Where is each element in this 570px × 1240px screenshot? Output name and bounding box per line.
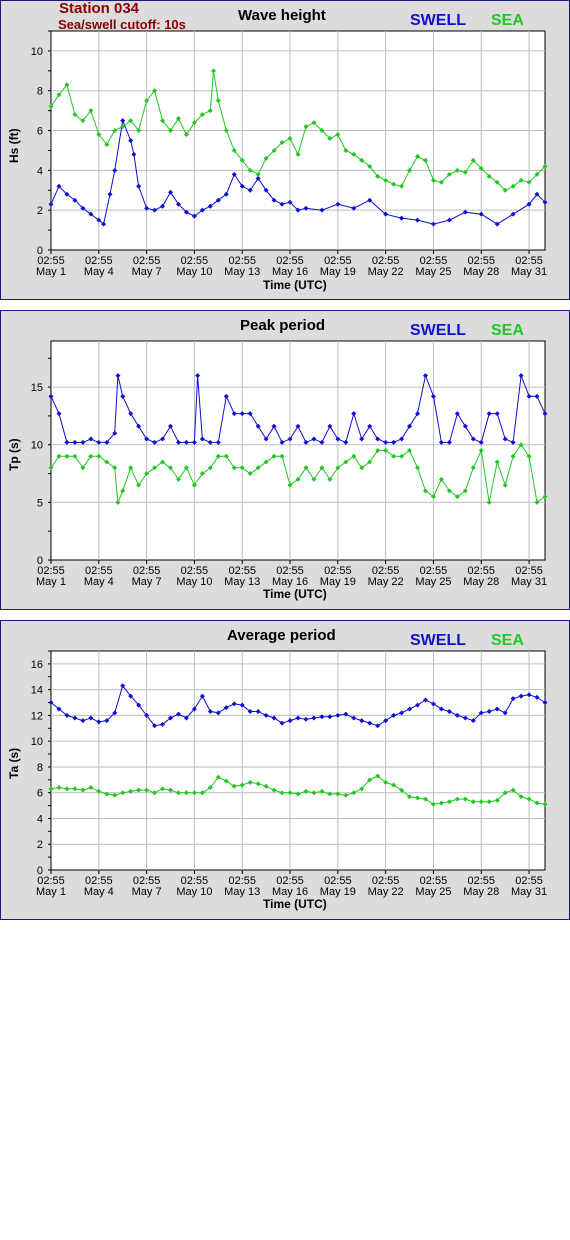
y-tick-label: 2 [37, 205, 43, 217]
x-tick-date-label: May 1 [36, 266, 66, 278]
y-tick-label: 10 [31, 736, 43, 748]
x-tick-date-label: May 22 [368, 886, 404, 898]
y-tick-label: 10 [31, 440, 43, 452]
y-tick-label: 2 [37, 839, 43, 851]
x-tick-date-label: May 28 [463, 266, 499, 278]
x-tick-date-label: May 25 [415, 576, 451, 588]
y-tick-label: 4 [37, 813, 43, 825]
average-period-chart: 024681012141602:55May 102:55May 402:55Ma… [31, 650, 548, 898]
x-tick-date-label: May 19 [320, 886, 356, 898]
y-tick-label: 14 [31, 685, 43, 697]
x-tick-date-label: May 28 [463, 576, 499, 588]
wave-height-panel: Station 034 Sea/swell cutoff: 10s Wave h… [0, 0, 570, 300]
x-tick-date-label: May 22 [368, 266, 404, 278]
x-tick-date-label: May 13 [224, 576, 260, 588]
average-period-panel: Average period SWELL SEA Ta (s) Time (UT… [0, 620, 570, 920]
x-tick-date-label: May 16 [272, 886, 308, 898]
x-tick-date-label: May 7 [132, 576, 162, 588]
y-tick-label: 10 [31, 46, 43, 58]
y-tick-label: 8 [37, 86, 43, 98]
x-tick-date-label: May 13 [224, 266, 260, 278]
x-tick-date-label: May 1 [36, 886, 66, 898]
x-tick-date-label: May 25 [415, 886, 451, 898]
plot-area [50, 30, 546, 251]
y-tick-label: 6 [37, 126, 43, 138]
x-tick-date-label: May 16 [272, 266, 308, 278]
y-tick-label: 16 [31, 659, 43, 671]
y-tick-label: 15 [31, 382, 43, 394]
y-tick-label: 8 [37, 762, 43, 774]
wave-height-chart: 024681002:55May 102:55May 402:55May 702:… [31, 30, 548, 278]
x-tick-date-label: May 22 [368, 576, 404, 588]
peak-period-panel: Peak period SWELL SEA Tp (s) Time (UTC) … [0, 310, 570, 610]
y-tick-label: 6 [37, 788, 43, 800]
x-tick-date-label: May 1 [36, 576, 66, 588]
x-tick-date-label: May 13 [224, 886, 260, 898]
x-tick-date-label: May 10 [176, 886, 212, 898]
x-tick-date-label: May 7 [132, 266, 162, 278]
y-tick-label: 5 [37, 497, 43, 509]
peak-period-chart: 05101502:55May 102:55May 402:55May 702:5… [31, 340, 548, 588]
y-tick-label: 4 [37, 165, 43, 177]
x-tick-date-label: May 4 [84, 886, 114, 898]
y-tick-label: 12 [31, 710, 43, 722]
x-tick-date-label: May 25 [415, 266, 451, 278]
x-tick-date-label: May 10 [176, 266, 212, 278]
x-tick-date-label: May 19 [320, 576, 356, 588]
x-tick-date-label: May 31 [511, 576, 547, 588]
plot-area [50, 650, 546, 871]
x-tick-date-label: May 28 [463, 886, 499, 898]
x-tick-date-label: May 4 [84, 576, 114, 588]
x-tick-date-label: May 31 [511, 886, 547, 898]
x-tick-date-label: May 19 [320, 266, 356, 278]
x-tick-date-label: May 10 [176, 576, 212, 588]
x-tick-date-label: May 4 [84, 266, 114, 278]
x-tick-date-label: May 7 [132, 886, 162, 898]
x-tick-date-label: May 31 [511, 266, 547, 278]
x-tick-date-label: May 16 [272, 576, 308, 588]
plot-area [50, 340, 546, 561]
